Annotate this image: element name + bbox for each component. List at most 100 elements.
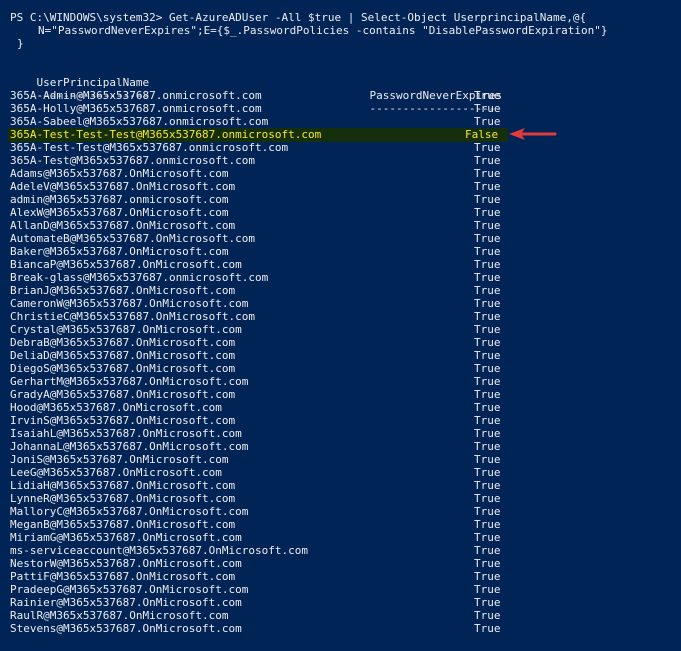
- cell-userprincipalname: Adams@M365x537687.OnMicrosoft.com: [10, 167, 229, 180]
- cell-userprincipalname: PradeepG@M365x537687.OnMicrosoft.com: [10, 583, 249, 596]
- table-row: GradyA@M365x537687.OnMicrosoft.com True: [0, 388, 681, 401]
- table-row: AdeleV@M365x537687.OnMicrosoft.com True: [0, 180, 681, 193]
- table-row: BiancaP@M365x537687.OnMicrosoft.com True: [0, 258, 681, 271]
- table-row: JohannaL@M365x537687.OnMicrosoft.com True: [0, 440, 681, 453]
- table-row: Break-glass@M365x537687.onmicrosoft.com T…: [0, 271, 681, 284]
- table-row: Adams@M365x537687.OnMicrosoft.com True: [0, 167, 681, 180]
- table-row: 365A-Admin@M365x537687.onmicrosoft.com Tr…: [0, 89, 681, 102]
- cell-passwordneverexpires: True: [474, 245, 501, 258]
- cell-passwordneverexpires: True: [474, 440, 501, 453]
- cell-passwordneverexpires: True: [474, 531, 501, 544]
- cell-passwordneverexpires: True: [474, 180, 501, 193]
- cell-passwordneverexpires: True: [474, 479, 501, 492]
- cell-passwordneverexpires: True: [474, 414, 501, 427]
- cell-userprincipalname: PattiF@M365x537687.OnMicrosoft.com: [10, 570, 236, 583]
- cell-passwordneverexpires: True: [474, 505, 501, 518]
- cell-userprincipalname: 365A-Test@M365x537687.onmicrosoft.com: [10, 154, 256, 167]
- table-row: PattiF@M365x537687.OnMicrosoft.com True: [0, 570, 681, 583]
- cell-passwordneverexpires: True: [474, 427, 501, 440]
- cell-passwordneverexpires: True: [474, 232, 501, 245]
- cell-passwordneverexpires: True: [474, 310, 501, 323]
- command-line-3: }: [17, 37, 24, 50]
- cell-passwordneverexpires: True: [474, 258, 501, 271]
- table-row: GerhartM@M365x537687.OnMicrosoft.com True: [0, 375, 681, 388]
- table-row: RaulR@M365x537687.OnMicrosoft.com True: [0, 609, 681, 622]
- cell-passwordneverexpires: True: [474, 466, 501, 479]
- cell-userprincipalname: 365A-Admin@M365x537687.onmicrosoft.com: [10, 89, 262, 102]
- cell-passwordneverexpires: True: [474, 193, 501, 206]
- table-separator: ----------------- --------------------: [10, 76, 503, 115]
- table-row: ChristieC@M365x537687.OnMicrosoft.com Tru…: [0, 310, 681, 323]
- cell-userprincipalname: MiriamG@M365x537687.OnMicrosoft.com: [10, 531, 242, 544]
- cell-userprincipalname: MalloryC@M365x537687.OnMicrosoft.com: [10, 505, 249, 518]
- cell-passwordneverexpires: True: [474, 206, 501, 219]
- cell-userprincipalname: NestorW@M365x537687.OnMicrosoft.com: [10, 557, 242, 570]
- cell-userprincipalname: GerhartM@M365x537687.OnMicrosoft.com: [10, 375, 249, 388]
- cell-userprincipalname: DeliaD@M365x537687.OnMicrosoft.com: [10, 349, 236, 362]
- table-row: LeeG@M365x537687.OnMicrosoft.com True: [0, 466, 681, 479]
- table-header: UserPrincipalName PasswordNeverExpires: [10, 63, 503, 102]
- cell-userprincipalname: AdeleV@M365x537687.OnMicrosoft.com: [10, 180, 236, 193]
- cell-userprincipalname: 365A-Test-Test@M365x537687.onmicrosoft.c…: [10, 141, 289, 154]
- command-line-1: PS C:\WINDOWS\system32> Get-AzureADUser …: [10, 11, 587, 24]
- table-row: DiegoS@M365x537687.OnMicrosoft.com True: [0, 362, 681, 375]
- table-row: AlexW@M365x537687.OnMicrosoft.com True: [0, 206, 681, 219]
- cell-passwordneverexpires: True: [474, 609, 501, 622]
- table-row: IrvinS@M365x537687.OnMicrosoft.com True: [0, 414, 681, 427]
- cell-passwordneverexpires: True: [474, 518, 501, 531]
- command-line-2: N="PasswordNeverExpires";E={$_.PasswordP…: [38, 24, 608, 37]
- cell-userprincipalname: Crystal@M365x537687.OnMicrosoft.com: [10, 323, 242, 336]
- cell-userprincipalname: AlexW@M365x537687.OnMicrosoft.com: [10, 206, 229, 219]
- table-row: MiriamG@M365x537687.OnMicrosoft.com True: [0, 531, 681, 544]
- table-row: AutomateB@M365x537687.OnMicrosoft.com Tru…: [0, 232, 681, 245]
- cell-passwordneverexpires: True: [474, 453, 501, 466]
- cell-userprincipalname: JoniS@M365x537687.OnMicrosoft.com: [10, 453, 229, 466]
- cell-userprincipalname: JohannaL@M365x537687.OnMicrosoft.com: [10, 440, 249, 453]
- cell-userprincipalname: 365A-Test-Test-Test@M365x537687.onmicros…: [10, 128, 322, 141]
- cell-userprincipalname: BrianJ@M365x537687.OnMicrosoft.com: [10, 284, 236, 297]
- cell-passwordneverexpires: True: [474, 167, 501, 180]
- cell-passwordneverexpires: False: [465, 128, 499, 141]
- cell-userprincipalname: Hood@M365x537687.OnMicrosoft.com: [10, 401, 222, 414]
- cell-passwordneverexpires: True: [474, 596, 501, 609]
- cell-userprincipalname: admin@M365x537687.onmicrosoft.com: [10, 193, 229, 206]
- cell-userprincipalname: 365A-Sabeel@M365x537687.onmicrosoft.com: [10, 115, 269, 128]
- cell-passwordneverexpires: True: [474, 622, 501, 635]
- table-row: Rainier@M365x537687.OnMicrosoft.com True: [0, 596, 681, 609]
- cell-userprincipalname: DebraB@M365x537687.OnMicrosoft.com: [10, 336, 236, 349]
- cell-passwordneverexpires: True: [474, 141, 501, 154]
- cell-userprincipalname: LynneR@M365x537687.OnMicrosoft.com: [10, 492, 236, 505]
- table-row: BrianJ@M365x537687.OnMicrosoft.com True: [0, 284, 681, 297]
- cell-passwordneverexpires: True: [474, 401, 501, 414]
- table-row: ms-serviceaccount@M365x537687.OnMicrosof…: [0, 544, 681, 557]
- cell-passwordneverexpires: True: [474, 154, 501, 167]
- cell-userprincipalname: LidiaH@M365x537687.OnMicrosoft.com: [10, 479, 236, 492]
- table-row: JoniS@M365x537687.OnMicrosoft.com True: [0, 453, 681, 466]
- cell-passwordneverexpires: True: [474, 362, 501, 375]
- table-row: Baker@M365x537687.OnMicrosoft.com True: [0, 245, 681, 258]
- table-row: AllanD@M365x537687.OnMicrosoft.com True: [0, 219, 681, 232]
- table-row: DebraB@M365x537687.OnMicrosoft.com True: [0, 336, 681, 349]
- red-arrow-icon: [509, 128, 557, 140]
- cell-passwordneverexpires: True: [474, 349, 501, 362]
- cell-userprincipalname: AllanD@M365x537687.OnMicrosoft.com: [10, 219, 236, 232]
- table-row: MalloryC@M365x537687.OnMicrosoft.com True: [0, 505, 681, 518]
- cell-passwordneverexpires: True: [474, 557, 501, 570]
- cell-userprincipalname: Rainier@M365x537687.OnMicrosoft.com: [10, 596, 242, 609]
- cell-passwordneverexpires: True: [474, 570, 501, 583]
- cell-userprincipalname: MeganB@M365x537687.OnMicrosoft.com: [10, 518, 236, 531]
- cell-userprincipalname: ms-serviceaccount@M365x537687.OnMicrosof…: [10, 544, 309, 557]
- table-row: LidiaH@M365x537687.OnMicrosoft.com True: [0, 479, 681, 492]
- cell-passwordneverexpires: True: [474, 115, 501, 128]
- cell-passwordneverexpires: True: [474, 583, 501, 596]
- powershell-console[interactable]: PS C:\WINDOWS\system32> Get-AzureADUser …: [0, 0, 681, 651]
- cell-userprincipalname: Stevens@M365x537687.OnMicrosoft.com: [10, 622, 242, 635]
- cell-passwordneverexpires: True: [474, 89, 501, 102]
- cell-userprincipalname: BiancaP@M365x537687.OnMicrosoft.com: [10, 258, 242, 271]
- cell-passwordneverexpires: True: [474, 544, 501, 557]
- cell-passwordneverexpires: True: [474, 219, 501, 232]
- cell-userprincipalname: CameronW@M365x537687.OnMicrosoft.com: [10, 297, 249, 310]
- cell-passwordneverexpires: True: [474, 271, 501, 284]
- cell-passwordneverexpires: True: [474, 297, 501, 310]
- table-row: 365A-Test@M365x537687.onmicrosoft.com Tru…: [0, 154, 681, 167]
